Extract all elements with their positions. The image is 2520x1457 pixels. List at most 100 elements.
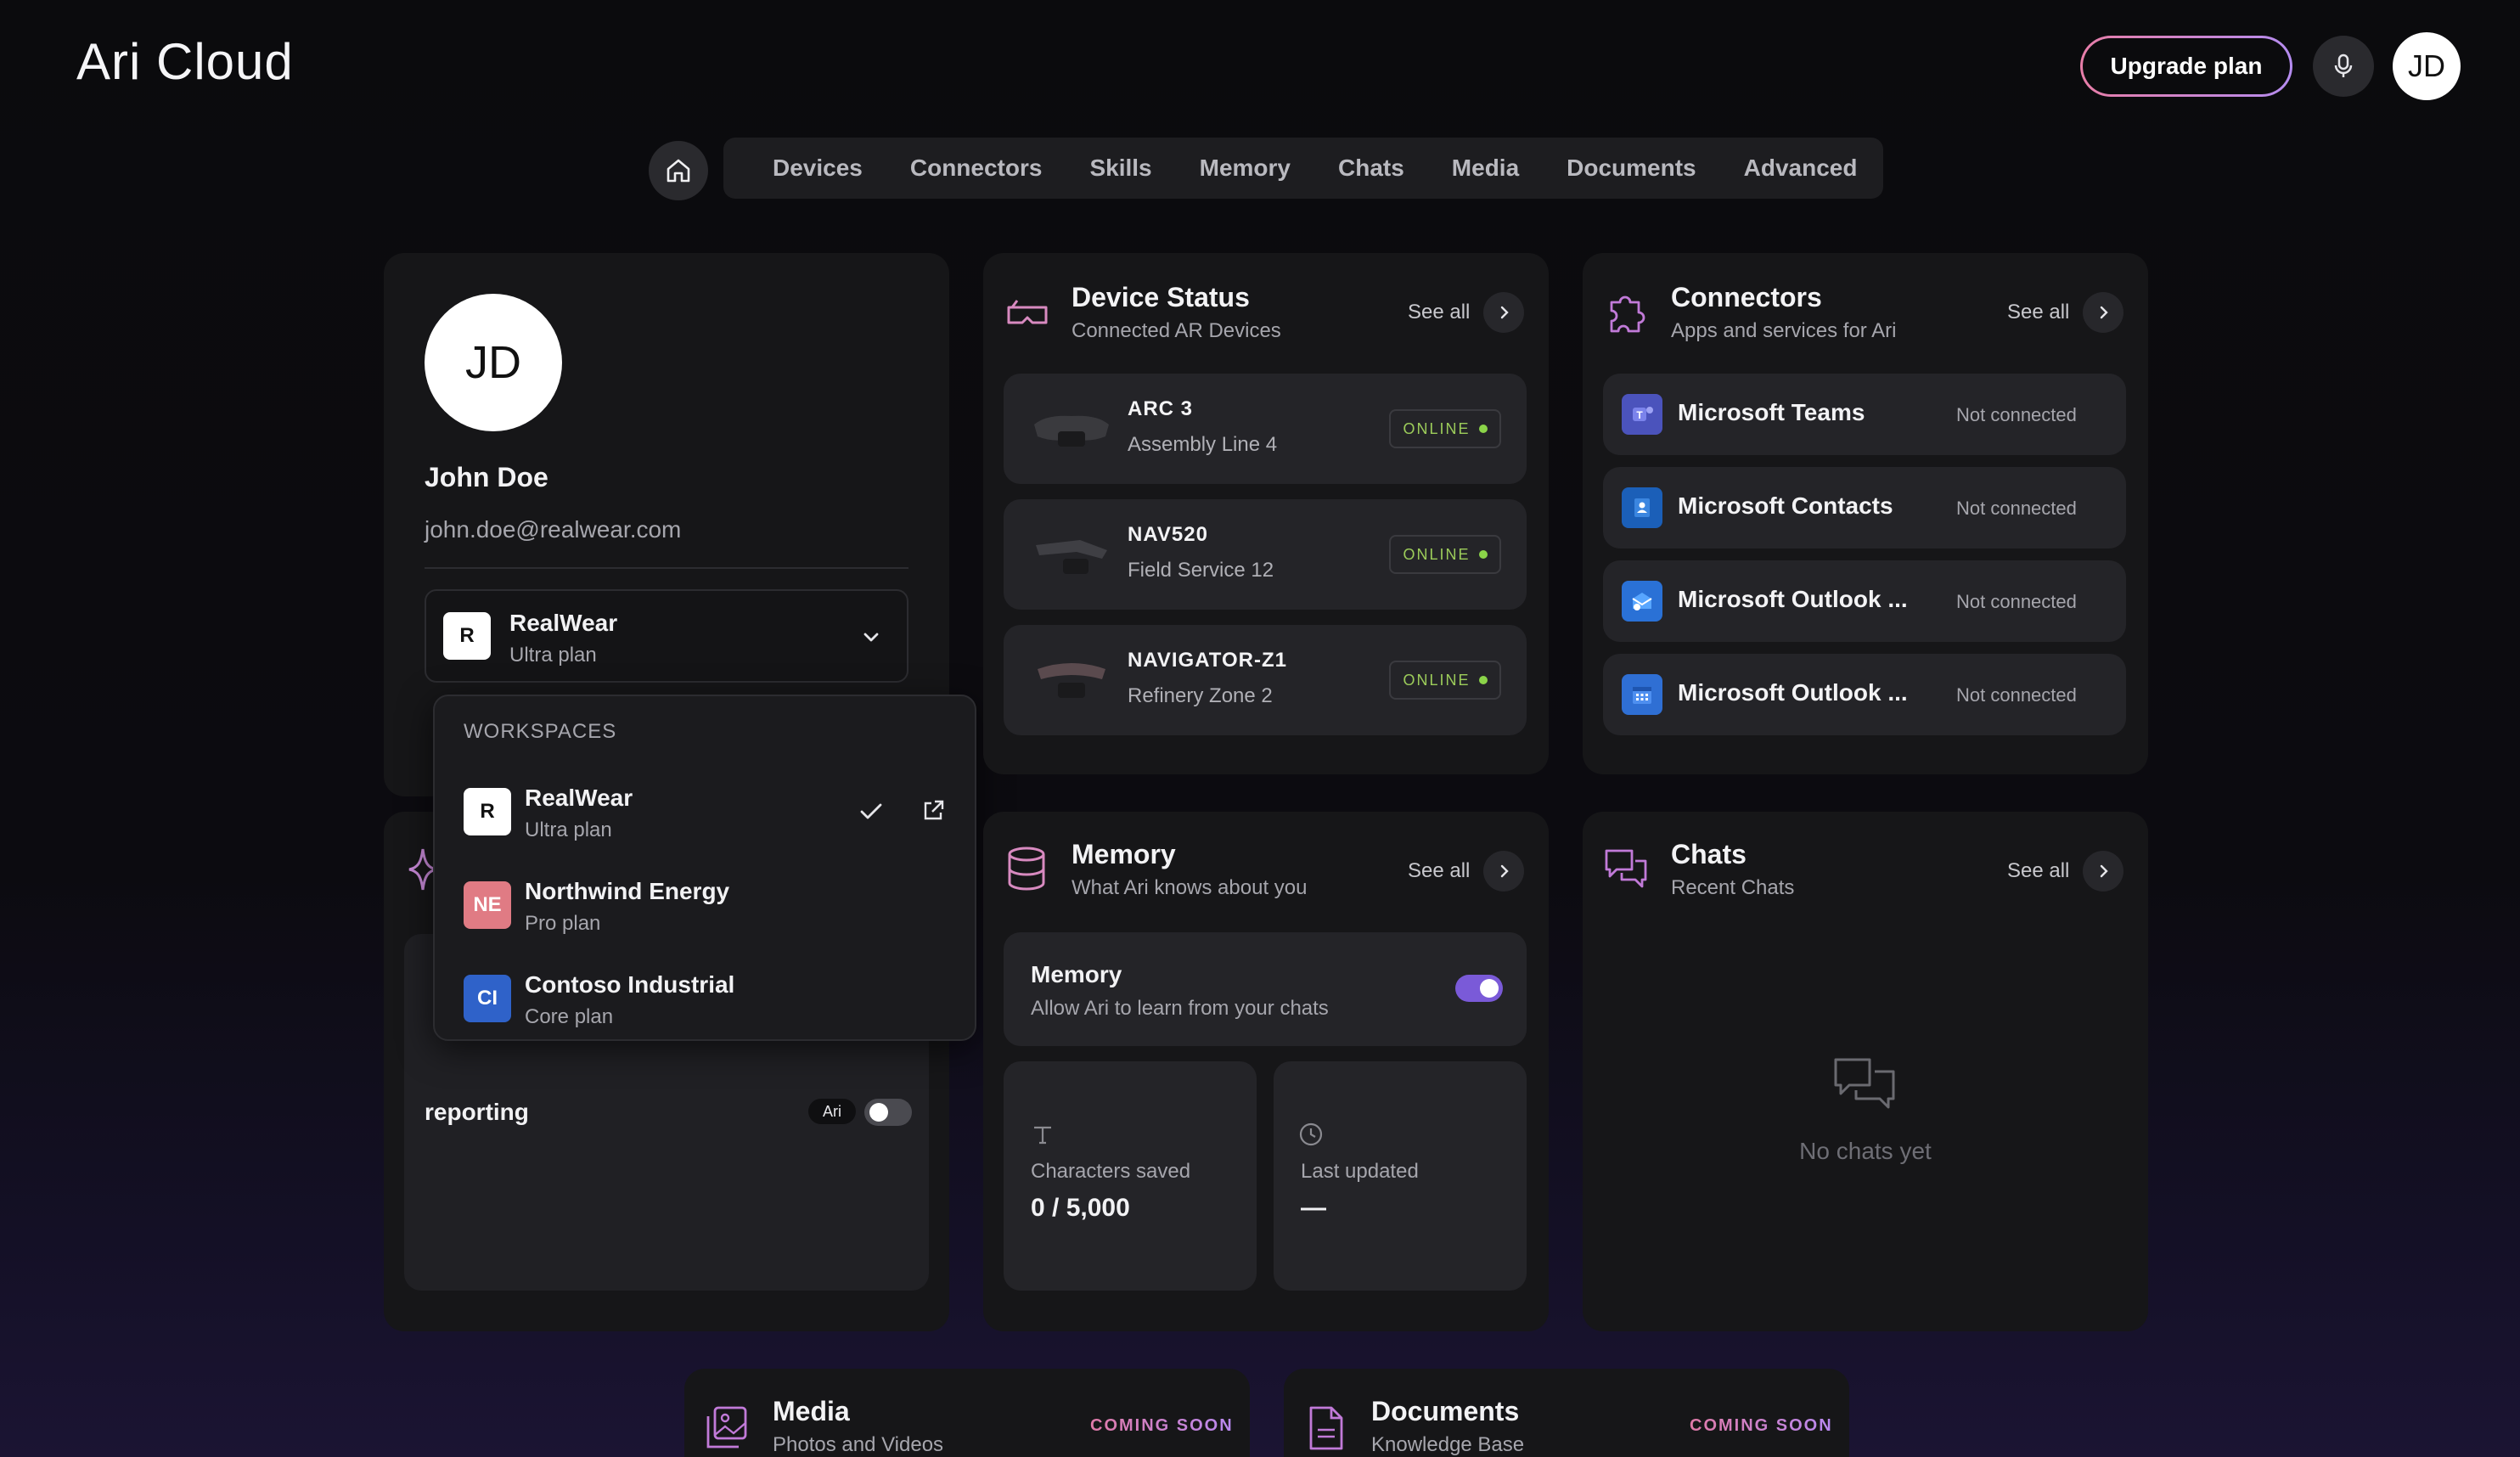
contacts-icon (1622, 487, 1662, 528)
home-button[interactable] (649, 141, 708, 200)
device-name: NAVIGATOR-Z1 (1128, 649, 1288, 672)
ar-glasses-icon (1007, 300, 1048, 324)
device-status-see-all[interactable]: See all (1408, 292, 1525, 333)
documents-title: Documents (1371, 1396, 1520, 1426)
device-row[interactable]: ARC 3 Assembly Line 4 ONLINE (1004, 374, 1527, 484)
chevron-down-icon (863, 633, 879, 642)
chats-title: Chats (1671, 839, 1747, 869)
workspace-option-plan: Pro plan (525, 912, 601, 935)
device-row[interactable]: NAV520 Field Service 12 ONLINE (1004, 499, 1527, 610)
connector-status: Not connected (1956, 498, 2077, 519)
memory-toggle-title: Memory (1031, 961, 1122, 987)
nav-media[interactable]: Media (1428, 155, 1543, 182)
nav-documents[interactable]: Documents (1543, 155, 1719, 182)
puzzle-icon (1610, 295, 1645, 333)
skill-item-label: reporting (425, 1099, 529, 1125)
device-image-navigator-z1 (1038, 663, 1105, 698)
external-link-icon[interactable] (920, 798, 946, 824)
connector-row[interactable]: Microsoft Contacts Not connected (1603, 467, 2126, 548)
home-icon (667, 159, 690, 183)
see-all-label: See all (2007, 859, 2070, 882)
app-logo[interactable]: Ari Cloud (76, 32, 294, 91)
media-coming-soon-badge: COMING SOON (1090, 1416, 1234, 1435)
connector-name: Microsoft Outlook ... (1678, 586, 1908, 612)
device-location: Refinery Zone 2 (1128, 684, 1273, 707)
chevron-right-icon (1483, 851, 1525, 892)
nav-memory[interactable]: Memory (1176, 155, 1314, 182)
document-icon (1309, 1406, 1343, 1450)
chevron-right-icon (1483, 292, 1525, 333)
workspace-option-realwear[interactable]: R RealWear Ultra plan (435, 766, 975, 859)
connector-row[interactable]: Microsoft Outlook ... Not connected (1603, 560, 2126, 642)
documents-coming-soon-badge: COMING SOON (1690, 1416, 1833, 1435)
characters-saved-stat: Characters saved 0 / 5,000 (1004, 1061, 1257, 1291)
connectors-subtitle: Apps and services for Ari (1671, 319, 1897, 342)
media-card (684, 1369, 1250, 1457)
workspaces-heading: WORKSPACES (464, 720, 617, 743)
workspace-option-name: Contoso Industrial (525, 971, 735, 998)
microphone-button[interactable] (2313, 36, 2374, 97)
workspaces-dropdown: WORKSPACES R RealWear Ultra plan NE Nort… (433, 695, 976, 1041)
profile-avatar: JD (425, 294, 562, 431)
image-gallery-icon (706, 1406, 747, 1449)
nav-advanced[interactable]: Advanced (1720, 155, 1882, 182)
characters-saved-label: Characters saved (1031, 1160, 1191, 1183)
workspace-selector[interactable]: R RealWear Ultra plan (425, 589, 908, 683)
media-title: Media (773, 1396, 850, 1426)
empty-chats-text: No chats yet (1799, 1138, 1932, 1164)
nav-devices[interactable]: Devices (749, 155, 886, 182)
connector-name: Microsoft Contacts (1678, 492, 1893, 519)
connector-name: Microsoft Outlook ... (1678, 679, 1908, 706)
chevron-right-icon (2083, 292, 2124, 333)
outlook-calendar-icon (1622, 674, 1662, 715)
memory-toggle-description: Allow Ari to learn from your chats (1031, 997, 1329, 1020)
profile-divider (425, 567, 908, 569)
chats-subtitle: Recent Chats (1671, 876, 1795, 899)
connector-row[interactable]: T Microsoft Teams Not connected (1603, 374, 2126, 455)
memory-toggle-panel: Memory Allow Ari to learn from your chat… (1004, 932, 1527, 1046)
device-name: NAV520 (1128, 523, 1208, 546)
workspace-option-plan: Ultra plan (525, 819, 612, 841)
characters-saved-value: 0 / 5,000 (1031, 1194, 1130, 1222)
workspace-option-badge: R (464, 788, 511, 835)
upgrade-plan-button[interactable]: Upgrade plan (2080, 36, 2292, 97)
workspace-option-northwind[interactable]: NE Northwind Energy Pro plan (435, 859, 975, 953)
chat-bubbles-icon (1605, 849, 1647, 888)
connector-status: Not connected (1956, 591, 2077, 612)
last-updated-value: — (1301, 1194, 1326, 1222)
nav-chats[interactable]: Chats (1314, 155, 1428, 182)
svg-text:T: T (1636, 409, 1643, 421)
chats-see-all[interactable]: See all (2007, 851, 2124, 892)
device-image-nav520 (1036, 540, 1107, 574)
device-location: Field Service 12 (1128, 559, 1274, 582)
ari-badge: Ari (808, 1099, 856, 1124)
workspace-plan: Ultra plan (509, 644, 597, 667)
outlook-mail-icon (1622, 581, 1662, 622)
nav-connectors[interactable]: Connectors (886, 155, 1066, 182)
memory-title: Memory (1072, 839, 1176, 869)
memory-see-all[interactable]: See all (1408, 851, 1525, 892)
device-status-title: Device Status (1072, 282, 1250, 312)
connector-status: Not connected (1956, 404, 2077, 425)
workspace-option-name: RealWear (525, 785, 633, 811)
connectors-see-all[interactable]: See all (2007, 292, 2124, 333)
memory-toggle[interactable] (1455, 975, 1503, 1002)
workspace-option-badge: NE (464, 881, 511, 929)
workspace-option-contoso[interactable]: CI Contoso Industrial Core plan (435, 953, 975, 1046)
database-icon (1008, 847, 1045, 891)
user-avatar-button[interactable]: JD (2393, 32, 2461, 100)
device-location: Assembly Line 4 (1128, 433, 1278, 456)
device-row[interactable]: NAVIGATOR-Z1 Refinery Zone 2 ONLINE (1004, 625, 1527, 735)
workspace-option-name: Northwind Energy (525, 878, 730, 904)
text-icon (1034, 1126, 1051, 1145)
device-image-arc3 (1034, 415, 1109, 447)
device-status-subtitle: Connected AR Devices (1072, 319, 1281, 342)
microphone-icon (2334, 53, 2353, 77)
see-all-label: See all (2007, 301, 2070, 323)
clock-icon (1299, 1122, 1323, 1146)
connector-row[interactable]: Microsoft Outlook ... Not connected (1603, 654, 2126, 735)
nav-skills[interactable]: Skills (1066, 155, 1175, 182)
skill-toggle[interactable] (864, 1099, 912, 1126)
main-nav: Devices Connectors Skills Memory Chats M… (723, 138, 1883, 199)
check-icon (860, 803, 882, 819)
